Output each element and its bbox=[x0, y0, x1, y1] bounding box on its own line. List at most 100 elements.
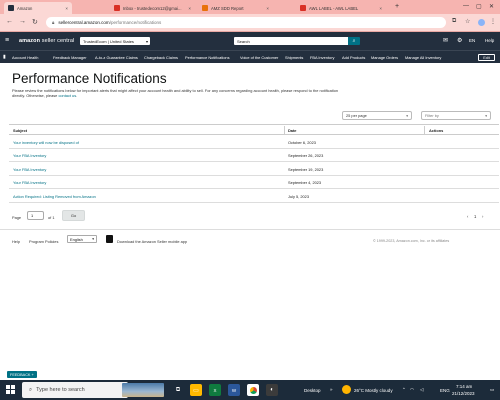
column-header-date[interactable]: Date bbox=[288, 128, 296, 133]
maximize-icon[interactable]: ▢ bbox=[476, 3, 482, 10]
nav-item-shipments[interactable]: Shipments bbox=[285, 55, 303, 60]
browser-tab-amazon[interactable]: Amazon × bbox=[4, 2, 72, 14]
nav-item-add-products[interactable]: Add Products bbox=[342, 55, 365, 60]
chevron-right-icon[interactable]: › bbox=[482, 214, 483, 219]
bookmark-icon[interactable]: ▮ bbox=[3, 54, 6, 60]
notifications-icon[interactable]: ▭ bbox=[490, 387, 494, 393]
notification-subject-link[interactable]: Action Required: Listing Removed from Am… bbox=[13, 194, 96, 199]
weather-text[interactable]: 26°C Mostly cloudy bbox=[354, 388, 393, 393]
notification-date: October 6, 2023 bbox=[288, 139, 316, 145]
nav-item-manage-all-inventory[interactable]: Manage All Inventory bbox=[405, 55, 441, 60]
chevron-up-icon[interactable]: ⌃ bbox=[402, 387, 406, 393]
url-host: sellercentral.amazon.com bbox=[58, 20, 110, 25]
seller-central-logo[interactable]: amazon seller central bbox=[19, 38, 74, 44]
notification-subject-link[interactable]: Your FBA Inventory bbox=[13, 180, 46, 185]
network-icon[interactable]: ◠ bbox=[410, 387, 414, 393]
new-tab-icon[interactable]: + bbox=[395, 3, 399, 10]
mobile-app-link[interactable]: Download the Amazon Seller mobile app bbox=[117, 239, 187, 244]
marketplace-switcher[interactable]: TrustedEcom | United States ▾ bbox=[80, 37, 150, 45]
close-icon[interactable]: × bbox=[379, 6, 382, 11]
go-button[interactable]: Go bbox=[62, 210, 85, 221]
page-title: Performance Notifications bbox=[12, 71, 167, 86]
volume-icon[interactable]: ◁ bbox=[420, 387, 423, 393]
nav-item-atoz-claims[interactable]: A-to-z Guarantee Claims bbox=[95, 55, 138, 60]
address-bar[interactable]: 🔒︎ sellercentral.amazon.com/performance/… bbox=[46, 17, 446, 28]
nav-item-fba-inventory[interactable]: FBA Inventory bbox=[310, 55, 334, 60]
chevron-left-icon[interactable]: ‹ bbox=[467, 214, 468, 219]
hamburger-menu-icon[interactable]: ≡ bbox=[5, 37, 9, 44]
language-selector[interactable]: EN bbox=[469, 38, 475, 43]
close-icon[interactable]: × bbox=[188, 6, 191, 11]
taskbar-search-input[interactable]: ⌕ Type here to search bbox=[22, 382, 128, 398]
gear-icon[interactable]: ⚙ bbox=[457, 37, 462, 44]
marketplace-label: TrustedEcom | United States bbox=[83, 38, 134, 44]
chevron-right-icon[interactable]: » bbox=[330, 387, 333, 392]
chevron-down-icon: ▾ bbox=[92, 237, 94, 241]
seller-central-header: ≡ amazon seller central TrustedEcom | Un… bbox=[0, 32, 500, 50]
clock-time[interactable]: 7:14 am bbox=[456, 384, 472, 389]
footer-help-link[interactable]: Help bbox=[12, 239, 20, 244]
language-indicator[interactable]: ENG bbox=[440, 388, 450, 393]
close-icon[interactable]: × bbox=[266, 6, 269, 11]
column-divider bbox=[284, 126, 285, 134]
notification-subject-link[interactable]: Your FBA Inventory bbox=[13, 167, 46, 172]
forward-icon[interactable]: → bbox=[19, 18, 26, 25]
clock-date[interactable]: 21/12/2023 bbox=[452, 391, 475, 396]
nav-item-performance-notifications[interactable]: Performance Notifications bbox=[185, 55, 230, 60]
edge-icon[interactable]: ◐ bbox=[266, 384, 278, 396]
help-link[interactable]: Help bbox=[485, 38, 494, 43]
column-header-subject[interactable]: Subject bbox=[13, 128, 27, 133]
file-explorer-icon[interactable]: ▭ bbox=[190, 384, 202, 396]
window-close-icon[interactable]: ✕ bbox=[489, 3, 494, 10]
notifications-table: Subject Date Actions Your inventory will… bbox=[9, 124, 499, 203]
menu-dots-icon[interactable]: ⋮ bbox=[490, 18, 496, 25]
nav-item-voice-of-customer[interactable]: Voice of the Customer bbox=[240, 55, 278, 60]
search-placeholder: Search bbox=[237, 38, 250, 44]
task-view-icon[interactable]: ⧉ bbox=[172, 384, 184, 396]
profile-avatar[interactable] bbox=[478, 19, 485, 26]
filter-placeholder: Filter by bbox=[425, 113, 439, 118]
search-highlight-image bbox=[122, 383, 164, 397]
notification-date: September 4, 2023 bbox=[288, 180, 322, 185]
reload-icon[interactable]: ↻ bbox=[32, 18, 38, 26]
search-icon: ⌕ bbox=[29, 386, 33, 393]
chrome-icon[interactable] bbox=[247, 384, 259, 396]
browser-tab-sdd-report[interactable]: AMZ SDD Report × bbox=[198, 2, 273, 14]
word-icon[interactable]: W bbox=[228, 384, 240, 396]
close-icon[interactable]: × bbox=[65, 6, 68, 11]
extensions-icon[interactable]: ⧉ bbox=[452, 18, 456, 25]
mail-icon[interactable]: ✉ bbox=[443, 37, 448, 44]
search-input[interactable]: Search bbox=[234, 37, 348, 45]
edit-nav-button[interactable]: Edit bbox=[478, 54, 495, 61]
desktop-toolbar-label[interactable]: Desktop bbox=[304, 388, 321, 393]
browser-tab-awl-label[interactable]: AWL LABEL - AWL LABEL × bbox=[296, 2, 386, 14]
table-row: Your FBA Inventory September 19, 2023 bbox=[9, 162, 499, 176]
nav-item-chargeback-claims[interactable]: Chargeback Claims bbox=[144, 55, 178, 60]
column-header-actions: Actions bbox=[429, 128, 444, 133]
footer-language-select[interactable]: English ▾ bbox=[67, 235, 97, 243]
chevron-down-icon: ▾ bbox=[485, 113, 487, 118]
nav-item-account-health[interactable]: Account Health bbox=[12, 55, 38, 60]
notification-subject-link[interactable]: Your inventory will now be disposed of bbox=[13, 140, 79, 145]
page-number-input[interactable]: 1 bbox=[27, 211, 44, 220]
search-button[interactable]: ⌕ bbox=[348, 37, 360, 45]
feedback-button[interactable]: FEEDBACK + bbox=[7, 371, 37, 378]
lock-icon: 🔒︎ bbox=[52, 20, 55, 25]
browser-tab-strip: Amazon × Inbox - trustedecom12@gmai... ×… bbox=[0, 0, 500, 14]
bookmark-star-icon[interactable]: ☆ bbox=[465, 18, 470, 25]
url-path: /performance/notifications bbox=[109, 20, 162, 25]
windows-start-icon[interactable] bbox=[6, 385, 15, 394]
filter-select[interactable]: Filter by ▾ bbox=[421, 111, 491, 120]
excel-icon[interactable]: X bbox=[209, 384, 221, 396]
per-page-select[interactable]: 25 per page ▾ bbox=[342, 111, 412, 120]
back-icon[interactable]: ← bbox=[6, 18, 13, 25]
minimize-icon[interactable]: — bbox=[463, 3, 469, 9]
contact-us-link[interactable]: contact us bbox=[58, 93, 76, 98]
nav-menu: ▮ Account Health Feedback Manager A-to-z… bbox=[0, 50, 500, 63]
nav-item-manage-orders[interactable]: Manage Orders bbox=[371, 55, 398, 60]
notification-subject-link[interactable]: Your FBA Inventory bbox=[13, 153, 46, 158]
browser-tab-inbox[interactable]: Inbox - trustedecom12@gmai... × bbox=[110, 2, 195, 14]
mobile-app-icon bbox=[106, 235, 113, 243]
program-policies-link[interactable]: Program Policies bbox=[29, 239, 58, 244]
nav-item-feedback-manager[interactable]: Feedback Manager bbox=[53, 55, 87, 60]
